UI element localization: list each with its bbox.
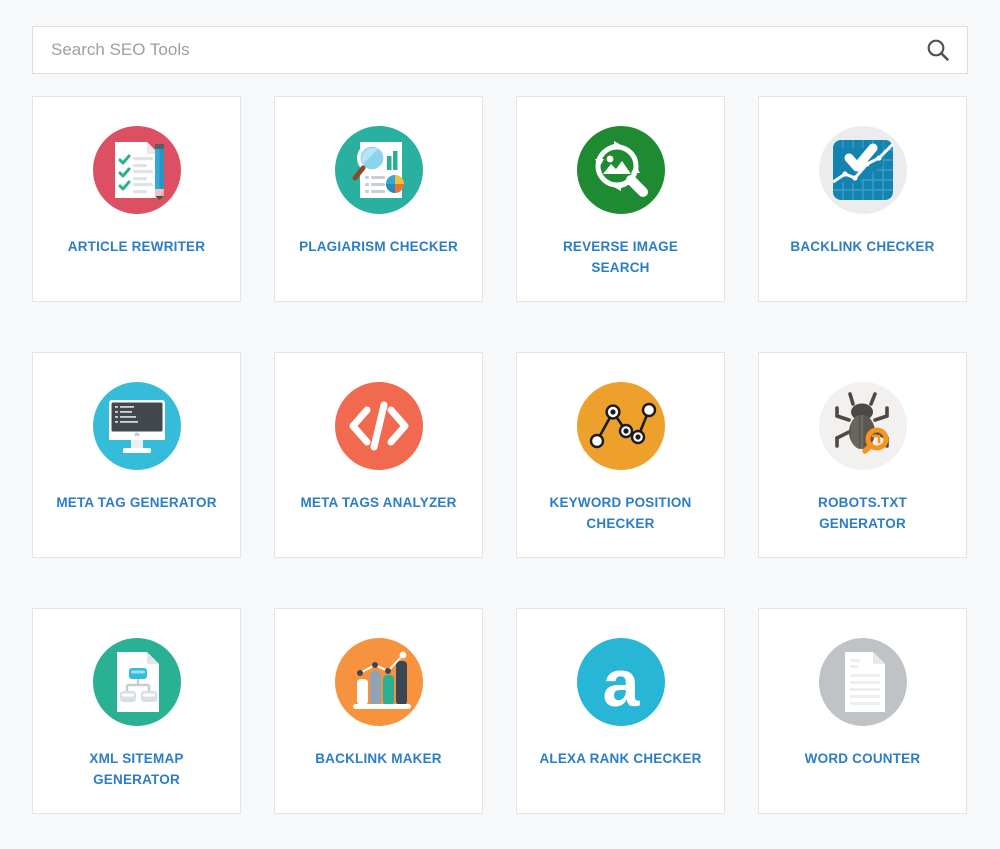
tool-label: BACKLINK MAKER (315, 751, 442, 766)
tool-grid: ARTICLE REWRITER PLAGIARISM CHECKER REVE… (32, 96, 968, 814)
document-lines-icon (810, 629, 916, 735)
alexa-letter-a-icon: a (568, 629, 674, 735)
tool-card-xml-sitemap-generator[interactable]: XML SITEMAP GENERATOR (32, 608, 241, 814)
document-sitemap-icon (84, 629, 190, 735)
tool-card-word-counter[interactable]: WORD COUNTER (758, 608, 967, 814)
tool-label: BACKLINK CHECKER (790, 239, 935, 254)
bug-magnifier-icon (810, 373, 916, 479)
search-icon (925, 37, 951, 63)
tool-label: REVERSE IMAGE SEARCH (562, 239, 679, 275)
tool-label: ARTICLE REWRITER (67, 239, 206, 254)
seo-tools-page: ARTICLE REWRITER (0, 0, 1000, 849)
tool-label: ROBOTS.TXT GENERATOR (818, 495, 907, 531)
tool-label: WORD COUNTER (804, 751, 921, 766)
tool-card-reverse-image-search[interactable]: REVERSE IMAGE SEARCH (516, 96, 725, 302)
tool-card-backlink-maker[interactable]: BACKLINK MAKER (274, 608, 483, 814)
tool-card-backlink-checker[interactable]: BACKLINK CHECKER (758, 96, 967, 302)
search-button[interactable] (909, 27, 967, 73)
tool-card-meta-tags-analyzer[interactable]: META TAGS ANALYZER (274, 352, 483, 558)
document-checklist-pencil-icon (84, 117, 190, 223)
tool-label: XML SITEMAP GENERATOR (89, 751, 184, 787)
image-refresh-magnifier-icon (568, 117, 674, 223)
tool-card-alexa-rank-checker[interactable]: a ALEXA RANK CHECKER (516, 608, 725, 814)
tool-card-article-rewriter[interactable]: ARTICLE REWRITER (32, 96, 241, 302)
tool-label: ALEXA RANK CHECKER (539, 751, 702, 766)
search-input[interactable] (33, 27, 909, 73)
line-chart-nodes-icon (568, 373, 674, 479)
document-magnifier-charts-icon (326, 117, 432, 223)
tool-label: META TAG GENERATOR (56, 495, 217, 510)
tool-card-meta-tag-generator[interactable]: META TAG GENERATOR (32, 352, 241, 558)
svg-text:a: a (602, 646, 640, 720)
checkmark-growth-chart-icon (810, 117, 916, 223)
tool-card-robots-txt-generator[interactable]: ROBOTS.TXT GENERATOR (758, 352, 967, 558)
bar-chart-trendline-icon (326, 629, 432, 735)
tool-label: META TAGS ANALYZER (300, 495, 457, 510)
tool-card-plagiarism-checker[interactable]: PLAGIARISM CHECKER (274, 96, 483, 302)
tool-label: KEYWORD POSITION CHECKER (549, 495, 692, 531)
search-bar[interactable] (32, 26, 968, 74)
tool-label: PLAGIARISM CHECKER (299, 239, 458, 254)
monitor-code-icon (84, 373, 190, 479)
code-brackets-icon (326, 373, 432, 479)
tool-card-keyword-position-checker[interactable]: KEYWORD POSITION CHECKER (516, 352, 725, 558)
